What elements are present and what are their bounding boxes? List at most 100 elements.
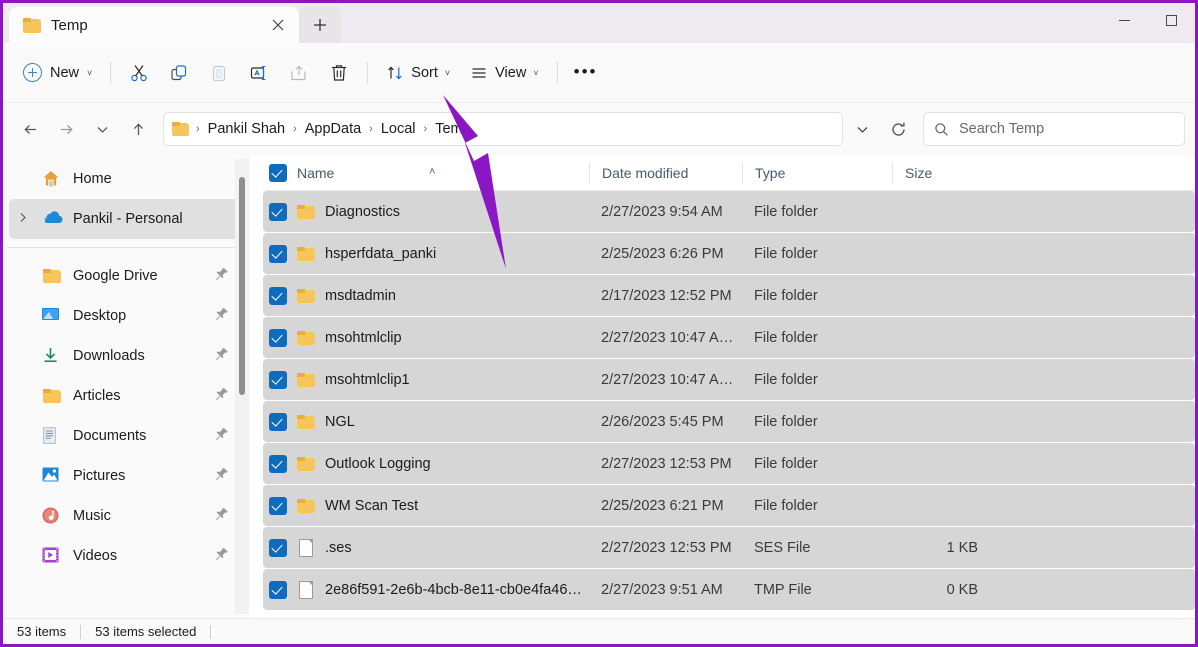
row-date-cell: 2/25/2023 6:21 PM	[589, 498, 742, 514]
minimize-icon[interactable]	[1101, 3, 1148, 37]
search-input[interactable]: Search Temp	[923, 112, 1185, 146]
row-type-cell: SES File	[742, 540, 892, 556]
table-row[interactable]: hsperfdata_panki2/25/2023 6:26 PMFile fo…	[263, 233, 1195, 274]
row-name-cell[interactable]: .ses	[263, 539, 589, 557]
pin-icon[interactable]	[215, 347, 233, 365]
pin-icon[interactable]	[215, 267, 233, 285]
breadcrumb-item-local[interactable]: Local	[376, 119, 421, 139]
row-type-cell: File folder	[742, 456, 892, 472]
plus-circle-icon	[23, 63, 42, 82]
sidebar-item-desktop[interactable]: Desktop	[9, 296, 243, 336]
row-name-cell[interactable]: hsperfdata_panki	[263, 245, 589, 263]
sidebar-item-onedrive[interactable]: Pankil - Personal	[9, 199, 243, 239]
new-tab-button[interactable]	[299, 7, 341, 43]
row-type-cell: File folder	[742, 288, 892, 304]
pin-icon[interactable]	[215, 507, 233, 525]
paste-button[interactable]	[199, 55, 239, 91]
table-row[interactable]: msdtadmin2/17/2023 12:52 PMFile folder	[263, 275, 1195, 316]
row-name-cell[interactable]: msdtadmin	[263, 287, 589, 305]
pin-icon[interactable]	[215, 387, 233, 405]
scrollbar-thumb[interactable]	[239, 177, 245, 395]
row-checkbox[interactable]	[269, 371, 287, 389]
row-type-cell: File folder	[742, 330, 892, 346]
more-options-button[interactable]: •••	[566, 55, 606, 91]
row-name-cell[interactable]: Diagnostics	[263, 203, 589, 221]
breadcrumb-item-user[interactable]: Pankil Shah	[203, 119, 290, 139]
refresh-button[interactable]	[881, 112, 915, 146]
pin-icon[interactable]	[215, 307, 233, 325]
row-checkbox[interactable]	[269, 413, 287, 431]
row-name-cell[interactable]: msohtmlclip	[263, 329, 589, 347]
new-button[interactable]: New ˅	[13, 56, 102, 90]
row-checkbox[interactable]	[269, 203, 287, 221]
row-checkbox[interactable]	[269, 455, 287, 473]
pin-icon[interactable]	[215, 427, 233, 445]
row-name-label: .ses	[325, 540, 352, 556]
content-area: Home Pankil - Personal	[3, 155, 1195, 618]
table-row[interactable]: 2e86f591-2e6b-4bcb-8e11-cb0e4fa46…2/27/2…	[263, 569, 1195, 610]
column-header-type[interactable]: Type	[742, 162, 892, 184]
pin-icon[interactable]	[215, 547, 233, 565]
row-name-cell[interactable]: 2e86f591-2e6b-4bcb-8e11-cb0e4fa46…	[263, 581, 589, 599]
table-row[interactable]: msohtmlclip12/27/2023 10:47 A…File folde…	[263, 359, 1195, 400]
table-row[interactable]: WM Scan Test2/25/2023 6:21 PMFile folder	[263, 485, 1195, 526]
row-name-cell[interactable]: msohtmlclip1	[263, 371, 589, 389]
sidebar-item-videos[interactable]: Videos	[9, 536, 243, 576]
sidebar-item-music[interactable]: Music	[9, 496, 243, 536]
up-button[interactable]	[121, 112, 155, 146]
select-all-checkbox[interactable]	[269, 164, 287, 182]
row-date-cell: 2/27/2023 9:54 AM	[589, 204, 742, 220]
pictures-icon	[41, 466, 63, 486]
pin-icon[interactable]	[215, 467, 233, 485]
sidebar-item-label: Desktop	[73, 308, 205, 324]
tab-temp[interactable]: Temp	[9, 7, 299, 43]
row-name-cell[interactable]: Outlook Logging	[263, 455, 589, 473]
table-row[interactable]: .ses2/27/2023 12:53 PMSES File1 KB	[263, 527, 1195, 568]
forward-button[interactable]	[49, 112, 83, 146]
recent-locations-button[interactable]	[85, 112, 119, 146]
sidebar-scrollbar[interactable]	[235, 159, 249, 614]
row-checkbox[interactable]	[269, 539, 287, 557]
sidebar-item-documents[interactable]: Documents	[9, 416, 243, 456]
cut-button[interactable]	[119, 55, 159, 91]
table-row[interactable]: Outlook Logging2/27/2023 12:53 PMFile fo…	[263, 443, 1195, 484]
column-header-name[interactable]: Name ˄	[263, 164, 589, 182]
column-header-size[interactable]: Size	[892, 162, 992, 184]
home-icon	[41, 169, 63, 189]
breadcrumb[interactable]: › Pankil Shah › AppData › Local › Temp	[163, 112, 843, 146]
row-type-cell: File folder	[742, 372, 892, 388]
sidebar-item-pictures[interactable]: Pictures	[9, 456, 243, 496]
sidebar-item-articles[interactable]: Articles	[9, 376, 243, 416]
maximize-icon[interactable]	[1148, 3, 1195, 37]
row-checkbox[interactable]	[269, 245, 287, 263]
row-checkbox[interactable]	[269, 497, 287, 515]
sidebar-item-google-drive[interactable]: Google Drive	[9, 256, 243, 296]
sidebar-item-home[interactable]: Home	[9, 159, 243, 199]
column-header-date-modified[interactable]: Date modified	[589, 162, 742, 184]
share-button[interactable]	[279, 55, 319, 91]
folder-icon	[296, 371, 316, 389]
file-rows: Diagnostics2/27/2023 9:54 AMFile folderh…	[263, 191, 1195, 610]
sidebar-item-label: Articles	[73, 388, 205, 404]
address-dropdown-button[interactable]	[845, 112, 879, 146]
close-icon[interactable]	[265, 12, 291, 38]
row-checkbox[interactable]	[269, 287, 287, 305]
view-button[interactable]: View ˅	[460, 56, 548, 90]
back-button[interactable]	[13, 112, 47, 146]
rename-button[interactable]	[239, 55, 279, 91]
chevron-right-icon[interactable]	[15, 212, 31, 226]
table-row[interactable]: msohtmlclip2/27/2023 10:47 A…File folder	[263, 317, 1195, 358]
row-name-cell[interactable]: NGL	[263, 413, 589, 431]
delete-button[interactable]	[319, 55, 359, 91]
row-name-cell[interactable]: WM Scan Test	[263, 497, 589, 515]
breadcrumb-item-temp[interactable]: Temp	[430, 119, 475, 139]
row-checkbox[interactable]	[269, 581, 287, 599]
breadcrumb-item-appdata[interactable]: AppData	[300, 119, 366, 139]
table-row[interactable]: Diagnostics2/27/2023 9:54 AMFile folder	[263, 191, 1195, 232]
folder-icon	[296, 287, 316, 305]
row-checkbox[interactable]	[269, 329, 287, 347]
copy-button[interactable]	[159, 55, 199, 91]
table-row[interactable]: NGL2/26/2023 5:45 PMFile folder	[263, 401, 1195, 442]
sidebar-item-downloads[interactable]: Downloads	[9, 336, 243, 376]
sort-button[interactable]: Sort ˅	[376, 56, 460, 90]
